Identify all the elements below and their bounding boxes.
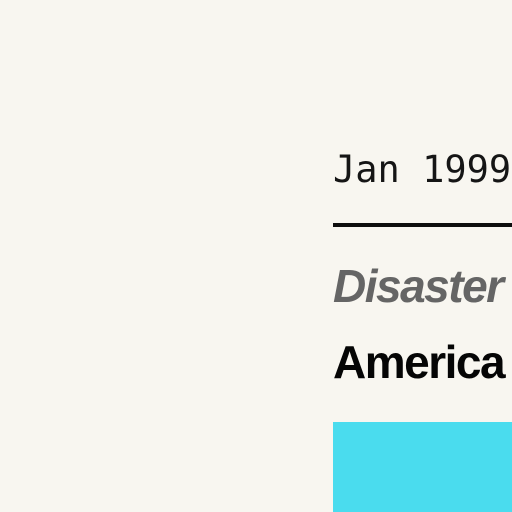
- date-label: Jan 1999: [333, 148, 512, 191]
- card-title: America: [333, 336, 506, 388]
- page: Jan 1999 Disaster America: [0, 0, 512, 512]
- color-swatch: [333, 422, 512, 512]
- category-label: Disaster: [333, 260, 504, 312]
- card[interactable]: Jan 1999 Disaster America: [333, 0, 512, 512]
- divider-rule: [333, 223, 512, 227]
